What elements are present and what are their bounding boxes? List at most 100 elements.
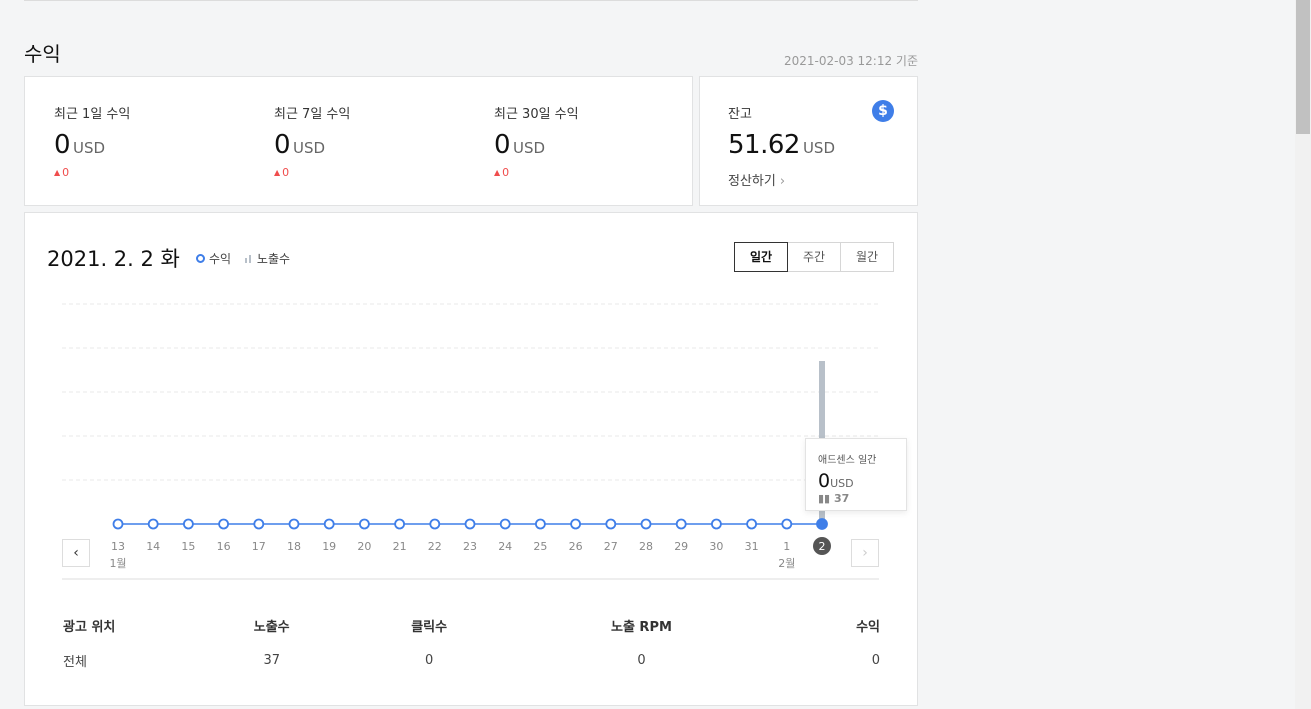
x-tick-label: 21 xyxy=(393,540,407,553)
settle-link[interactable]: 정산하기 › xyxy=(728,170,835,189)
month-label: 2월 xyxy=(778,557,795,570)
x-tick-label: 17 xyxy=(252,540,266,553)
ad-stats-table: 광고 위치 노출수 클릭수 노출 RPM 수익 전체 37 0 0 0 xyxy=(63,605,880,675)
x-tick-label: 22 xyxy=(428,540,442,553)
x-tick-label: 15 xyxy=(181,540,195,553)
x-tick-label: 2 xyxy=(819,540,826,553)
revenue-point xyxy=(816,518,828,530)
chart-card: 2021. 2. 2 화 수익 노출수 일간 주간 월간 13 14 15 16 17 1… xyxy=(24,212,918,706)
x-tick-label: 16 xyxy=(217,540,231,553)
stat-unit: USD xyxy=(513,139,546,157)
settle-label: 정산하기 xyxy=(728,174,776,189)
triangle-up-icon: ▲ xyxy=(54,168,61,177)
stat-delta: 0 xyxy=(62,166,70,179)
section-title: 수익 xyxy=(24,42,61,66)
x-tick-label: 20 xyxy=(357,540,371,553)
revenue-point xyxy=(535,518,546,530)
tab-daily[interactable]: 일간 xyxy=(734,242,788,272)
col-rpm: 노출 RPM xyxy=(610,619,672,635)
revenue-point xyxy=(570,518,581,530)
x-tick-label: 23 xyxy=(463,540,477,553)
x-tick-label: 25 xyxy=(533,540,547,553)
tooltip-title: 애드센스 일간 xyxy=(818,455,877,466)
revenue-point xyxy=(112,518,124,530)
revenue-point xyxy=(429,518,441,530)
balance-stat: 잔고 51.62 USD 정산하기 › xyxy=(728,103,835,189)
revenue-point xyxy=(253,518,265,530)
x-tick-label: 28 xyxy=(639,540,653,553)
col-revenue: 수익 xyxy=(856,619,880,635)
revenue-point xyxy=(394,518,406,530)
tooltip-impressions: 37 xyxy=(833,492,850,505)
month-label: 1월 xyxy=(109,557,126,570)
scrollbar-thumb[interactable] xyxy=(1296,0,1310,134)
as-of-timestamp: 2021-02-03 12:12 기준 xyxy=(783,54,918,68)
revenue-point xyxy=(605,518,617,530)
x-tick-label: 29 xyxy=(674,540,688,553)
col-ad-position: 광고 위치 xyxy=(63,619,116,635)
cell-impressions: 37 xyxy=(263,652,280,668)
revenue-1day: 최근 1일 수익 0 USD ▲ 0 xyxy=(54,103,130,179)
stat-value: 0 xyxy=(54,130,71,160)
stat-value: 0 xyxy=(274,130,291,160)
col-impressions: 노출수 xyxy=(253,619,290,635)
revenue-point xyxy=(711,518,722,530)
stat-value: 0 xyxy=(494,130,511,160)
top-divider xyxy=(24,0,918,1)
balance-unit: USD xyxy=(802,139,835,157)
cell-rpm: 0 xyxy=(637,652,646,668)
x-tick-label: 14 xyxy=(146,540,160,553)
chart-prev-button[interactable]: ‹ xyxy=(62,539,90,567)
x-tick-label: 26 xyxy=(569,540,583,553)
cell-ad-position: 전체 xyxy=(63,654,87,670)
balance-label: 잔고 xyxy=(728,107,752,122)
table-header-row: 광고 위치 노출수 클릭수 노출 RPM 수익 xyxy=(63,605,880,645)
triangle-up-icon: ▲ xyxy=(494,168,501,177)
stat-label: 최근 1일 수익 xyxy=(54,107,131,122)
revenue-point xyxy=(288,518,300,530)
revenue-7day: 최근 7일 수익 0 USD ▲ 0 xyxy=(274,103,350,179)
revenue-30day: 최근 30일 수익 0 USD ▲ 0 xyxy=(494,103,579,179)
balance-card: 잔고 51.62 USD 정산하기 › $ xyxy=(699,76,918,206)
bar-series-icon: ▮▮ xyxy=(818,492,834,505)
vertical-scrollbar[interactable] xyxy=(1295,0,1311,709)
stat-label: 최근 7일 수익 xyxy=(274,107,351,122)
revenue-point xyxy=(675,518,687,530)
x-tick-label: 30 xyxy=(709,540,723,553)
triangle-up-icon: ▲ xyxy=(274,168,281,177)
stat-delta: 0 xyxy=(502,166,510,179)
stat-delta: 0 xyxy=(282,166,290,179)
col-clicks: 클릭수 xyxy=(411,619,448,635)
table-row: 전체 37 0 0 0 xyxy=(63,645,880,675)
balance-value: 51.62 xyxy=(728,130,800,160)
revenue-point xyxy=(781,518,793,530)
x-tick-label: 27 xyxy=(604,540,618,553)
chart-tooltip: 애드센스 일간 0USD ▮▮ 37 xyxy=(805,438,907,511)
revenue-point xyxy=(640,518,652,530)
x-tick-label: 31 xyxy=(745,540,759,553)
revenue-point xyxy=(746,518,757,530)
cell-revenue: 0 xyxy=(871,652,880,668)
chart-next-button[interactable]: › xyxy=(851,539,879,567)
x-tick-label: 13 xyxy=(111,540,125,553)
revenue-point xyxy=(323,518,335,530)
stat-unit: USD xyxy=(293,139,326,157)
tooltip-unit: USD xyxy=(830,477,854,490)
dollar-icon: $ xyxy=(872,100,894,122)
x-tick-label: 24 xyxy=(498,540,512,553)
revenue-point xyxy=(358,518,370,530)
revenue-point xyxy=(499,518,511,530)
x-tick-label: 18 xyxy=(287,540,301,553)
x-tick-label: 19 xyxy=(322,540,336,553)
stat-label: 최근 30일 수익 xyxy=(494,107,579,122)
chevron-right-icon: › xyxy=(779,174,786,189)
tooltip-value: 0 xyxy=(818,470,831,492)
stat-unit: USD xyxy=(73,139,106,157)
revenue-summary-card: 최근 1일 수익 0 USD ▲ 0 최근 7일 수익 0 USD ▲ 0 최근 30일… xyxy=(24,76,693,206)
x-tick-label: 1 xyxy=(783,540,790,553)
revenue-point xyxy=(182,518,194,530)
revenue-point xyxy=(218,518,230,530)
revenue-point xyxy=(464,518,476,530)
revenue-point xyxy=(147,518,159,530)
cell-clicks: 0 xyxy=(424,652,434,668)
